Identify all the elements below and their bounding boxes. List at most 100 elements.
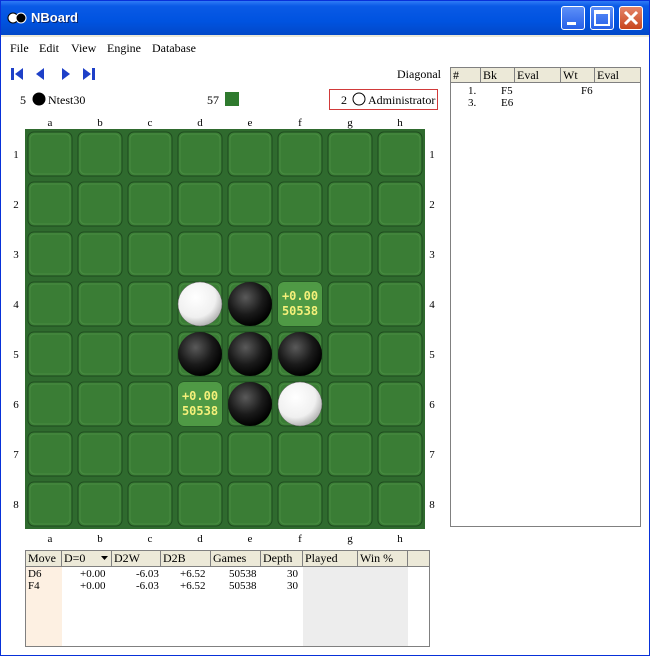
board-square[interactable]: [177, 131, 223, 177]
board-square[interactable]: [127, 281, 173, 327]
board-square[interactable]: [377, 231, 423, 277]
board-square[interactable]: [377, 431, 423, 477]
title-bar[interactable]: NBoard: [1, 1, 649, 35]
minimize-button[interactable]: [561, 6, 585, 30]
ml-header-bk-eval[interactable]: Eval: [515, 68, 561, 83]
at-header-d0[interactable]: D=0: [62, 551, 112, 567]
ml-header-num[interactable]: #: [451, 68, 481, 83]
at-header-games[interactable]: Games: [211, 551, 261, 567]
ml-row-bk[interactable]: E6: [501, 97, 513, 109]
forward-icon[interactable]: [55, 65, 75, 83]
board-square[interactable]: [177, 181, 223, 227]
board-square[interactable]: [277, 131, 323, 177]
board-square[interactable]: [377, 131, 423, 177]
board-square[interactable]: [327, 331, 373, 377]
board-square[interactable]: [327, 481, 373, 527]
board-square[interactable]: [27, 331, 73, 377]
last-icon[interactable]: [79, 65, 99, 83]
black-disc-icon: [32, 92, 46, 106]
at-cell-move[interactable]: F4: [28, 580, 40, 592]
board-square[interactable]: [227, 431, 273, 477]
analysis-table: Move D=0 D2W D2B Games Depth Played Win …: [25, 550, 430, 647]
board-square[interactable]: [177, 431, 223, 477]
at-header-played[interactable]: Played: [303, 551, 358, 567]
at-cell-d2w: -6.03: [136, 580, 159, 592]
board-square[interactable]: [77, 131, 123, 177]
first-icon[interactable]: [7, 65, 27, 83]
board-square[interactable]: [177, 231, 223, 277]
board-square[interactable]: [177, 481, 223, 527]
board-square[interactable]: [77, 431, 123, 477]
board-square[interactable]: [77, 281, 123, 327]
board-square[interactable]: [327, 231, 373, 277]
board-square[interactable]: [77, 381, 123, 427]
dropdown-arrow-icon: [101, 556, 108, 560]
ml-header-wt-eval[interactable]: Eval: [595, 68, 641, 83]
board-square[interactable]: [277, 481, 323, 527]
board-square[interactable]: [27, 431, 73, 477]
close-button[interactable]: [619, 6, 643, 30]
row-label: 8: [13, 499, 19, 511]
at-cell-d2w: -6.03: [136, 568, 159, 580]
board-square[interactable]: [327, 431, 373, 477]
at-cell-move[interactable]: D6: [28, 568, 41, 580]
board-square[interactable]: [77, 181, 123, 227]
board-square[interactable]: [377, 481, 423, 527]
board-square[interactable]: [127, 481, 173, 527]
board-square[interactable]: [377, 381, 423, 427]
ml-header-wt[interactable]: Wt: [561, 68, 595, 83]
board-square[interactable]: [27, 131, 73, 177]
board-square[interactable]: [227, 131, 273, 177]
board-square[interactable]: [377, 281, 423, 327]
board-square[interactable]: [127, 181, 173, 227]
menu-engine[interactable]: Engine: [107, 41, 141, 56]
board-square[interactable]: [27, 481, 73, 527]
board-square[interactable]: [327, 131, 373, 177]
board-square[interactable]: [27, 231, 73, 277]
board-square[interactable]: [227, 181, 273, 227]
board-square[interactable]: [127, 431, 173, 477]
board-square[interactable]: [27, 181, 73, 227]
white-player-name: Administrator: [368, 93, 436, 107]
board-square[interactable]: [377, 181, 423, 227]
menu-database[interactable]: Database: [152, 41, 196, 56]
board-square[interactable]: [327, 381, 373, 427]
board-square[interactable]: [277, 231, 323, 277]
board-square[interactable]: [77, 331, 123, 377]
board-square[interactable]: [277, 431, 323, 477]
board-square[interactable]: [227, 481, 273, 527]
menu-file[interactable]: File: [10, 41, 29, 56]
board-square[interactable]: [127, 131, 173, 177]
white-disc: [177, 281, 223, 327]
row-label: 6: [13, 399, 19, 411]
board-square[interactable]: [127, 381, 173, 427]
board-square[interactable]: [27, 381, 73, 427]
board-square[interactable]: [327, 181, 373, 227]
at-header-d2b[interactable]: D2B: [161, 551, 211, 567]
board-square[interactable]: [127, 231, 173, 277]
at-header-move[interactable]: Move: [26, 551, 62, 567]
board-square[interactable]: [77, 231, 123, 277]
board-square[interactable]: [27, 281, 73, 327]
menu-edit[interactable]: Edit: [39, 41, 59, 56]
board-square[interactable]: [227, 231, 273, 277]
at-header-win[interactable]: Win %: [358, 551, 408, 567]
at-header-depth[interactable]: Depth: [261, 551, 303, 567]
board-square[interactable]: [327, 281, 373, 327]
board-square[interactable]: [277, 181, 323, 227]
ml-row-wt[interactable]: F6: [581, 85, 593, 97]
board-square[interactable]: [77, 481, 123, 527]
white-disc: [277, 381, 323, 427]
at-header-d2w[interactable]: D2W: [112, 551, 161, 567]
menu-view[interactable]: View: [71, 41, 96, 56]
ml-row-bk[interactable]: F5: [501, 85, 513, 97]
back-icon[interactable]: [31, 65, 51, 83]
column-label: h: [397, 533, 403, 545]
at-cell-depth: 30: [287, 580, 298, 592]
at-cell-games: 50538: [229, 580, 257, 592]
maximize-button[interactable]: [590, 6, 614, 30]
board-square[interactable]: [127, 331, 173, 377]
row-label: 7: [13, 449, 19, 461]
ml-header-bk[interactable]: Bk: [481, 68, 515, 83]
board-square[interactable]: [377, 331, 423, 377]
